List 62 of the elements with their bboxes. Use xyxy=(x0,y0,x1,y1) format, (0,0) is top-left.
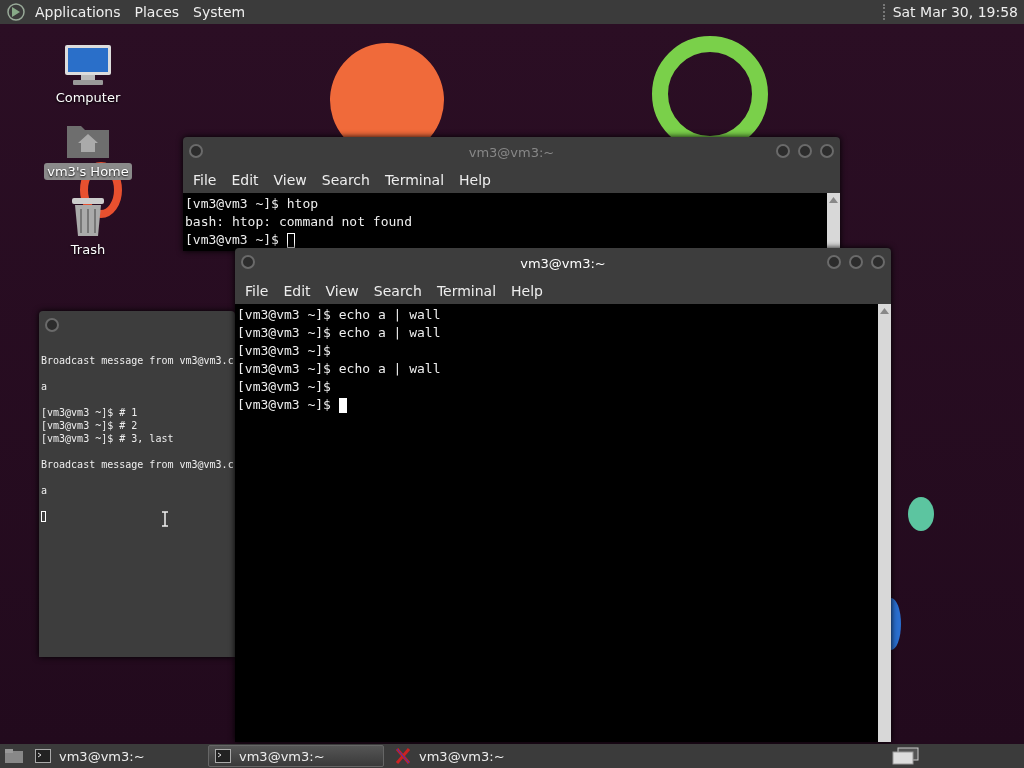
distro-logo-icon[interactable] xyxy=(6,2,26,22)
terminal-line: [vm3@vm3 ~]$ echo a | wall xyxy=(237,360,441,378)
menu-item[interactable]: Help xyxy=(453,172,500,188)
window-menu-button[interactable] xyxy=(189,144,203,158)
taskbar-item[interactable]: vm3@vm3:~ xyxy=(388,745,564,767)
terminal-line: bash: htop: command not found xyxy=(185,213,412,231)
x-logo-icon xyxy=(395,748,411,764)
menu-item[interactable]: Terminal xyxy=(430,283,506,299)
taskbar-item[interactable]: vm3@vm3:~ xyxy=(208,745,384,767)
maximize-button[interactable] xyxy=(849,255,863,269)
clock[interactable]: Sat Mar 30, 19:58 xyxy=(882,4,1018,20)
terminal-line: [vm3@vm3 ~]$ echo a | wall xyxy=(237,306,441,324)
menu-item[interactable]: Edit xyxy=(277,283,320,299)
panel-menu[interactable]: System xyxy=(188,4,251,20)
terminal-line: [vm3@vm3 ~]$ xyxy=(237,342,331,360)
menu-item[interactable]: Help xyxy=(505,283,552,299)
menu-item[interactable]: File xyxy=(187,172,226,188)
workspace-switcher-icon[interactable] xyxy=(892,747,920,765)
show-desktop-icon[interactable] xyxy=(4,748,24,764)
terminal-line: Broadcast message from vm3@vm3.c xyxy=(41,458,234,471)
desktop-icon-label[interactable]: Computer xyxy=(52,89,124,106)
menu-item[interactable]: Search xyxy=(367,283,431,299)
menu-item[interactable]: Terminal xyxy=(378,172,454,188)
menu-item[interactable]: File xyxy=(239,283,278,299)
maximize-button[interactable] xyxy=(798,144,812,158)
wallpaper-blob xyxy=(891,598,901,650)
window-title: vm3@vm3:~ xyxy=(520,255,606,271)
window-title: vm3@vm3:~ xyxy=(468,144,555,160)
terminal-icon xyxy=(215,749,231,763)
taskbar-item[interactable]: vm3@vm3:~ xyxy=(28,745,204,767)
terminal-line: [vm3@vm3 ~]$ # 2 xyxy=(41,419,138,432)
scroll-up-icon xyxy=(880,308,889,314)
window-menu-button[interactable] xyxy=(45,318,59,332)
terminal-line: [vm3@vm3 ~]$ xyxy=(237,378,331,396)
menu-item[interactable]: Edit xyxy=(225,172,268,188)
terminal-line: [vm3@vm3 ~]$ htop xyxy=(185,195,319,213)
menu-item[interactable]: View xyxy=(267,172,316,188)
menu-item[interactable]: View xyxy=(319,283,368,299)
terminal-line: [vm3@vm3 ~]$ echo a | wall xyxy=(237,324,441,342)
menu-item[interactable]: Search xyxy=(315,172,379,188)
wallpaper-blob xyxy=(908,497,934,531)
terminal-line: [vm3@vm3 ~]$ xyxy=(185,231,279,249)
scrollbar[interactable] xyxy=(827,193,840,251)
panel-menu[interactable]: Applications xyxy=(30,4,126,20)
close-button[interactable] xyxy=(871,255,885,269)
window-menu-button[interactable] xyxy=(241,255,255,269)
panel-menu[interactable]: Places xyxy=(129,4,185,20)
close-button[interactable] xyxy=(820,144,834,158)
terminal-line: [vm3@vm3 ~]$ # 1 xyxy=(41,406,138,419)
terminal-line: [vm3@vm3 ~]$ # 3, last xyxy=(41,432,174,445)
minimize-button[interactable] xyxy=(776,144,790,158)
text-cursor-icon xyxy=(161,511,169,527)
scroll-up-icon xyxy=(829,197,838,203)
terminal-line: a xyxy=(41,380,48,393)
scrollbar[interactable] xyxy=(878,304,891,742)
terminal-line: a xyxy=(41,484,48,497)
desktop-icon-label[interactable]: Trash xyxy=(67,241,109,258)
terminal-line: [vm3@vm3 ~]$ xyxy=(237,396,331,414)
minimize-button[interactable] xyxy=(827,255,841,269)
computer-icon xyxy=(63,44,113,86)
terminal-icon xyxy=(35,749,51,763)
terminal-line: Broadcast message from vm3@vm3.c xyxy=(41,354,234,367)
